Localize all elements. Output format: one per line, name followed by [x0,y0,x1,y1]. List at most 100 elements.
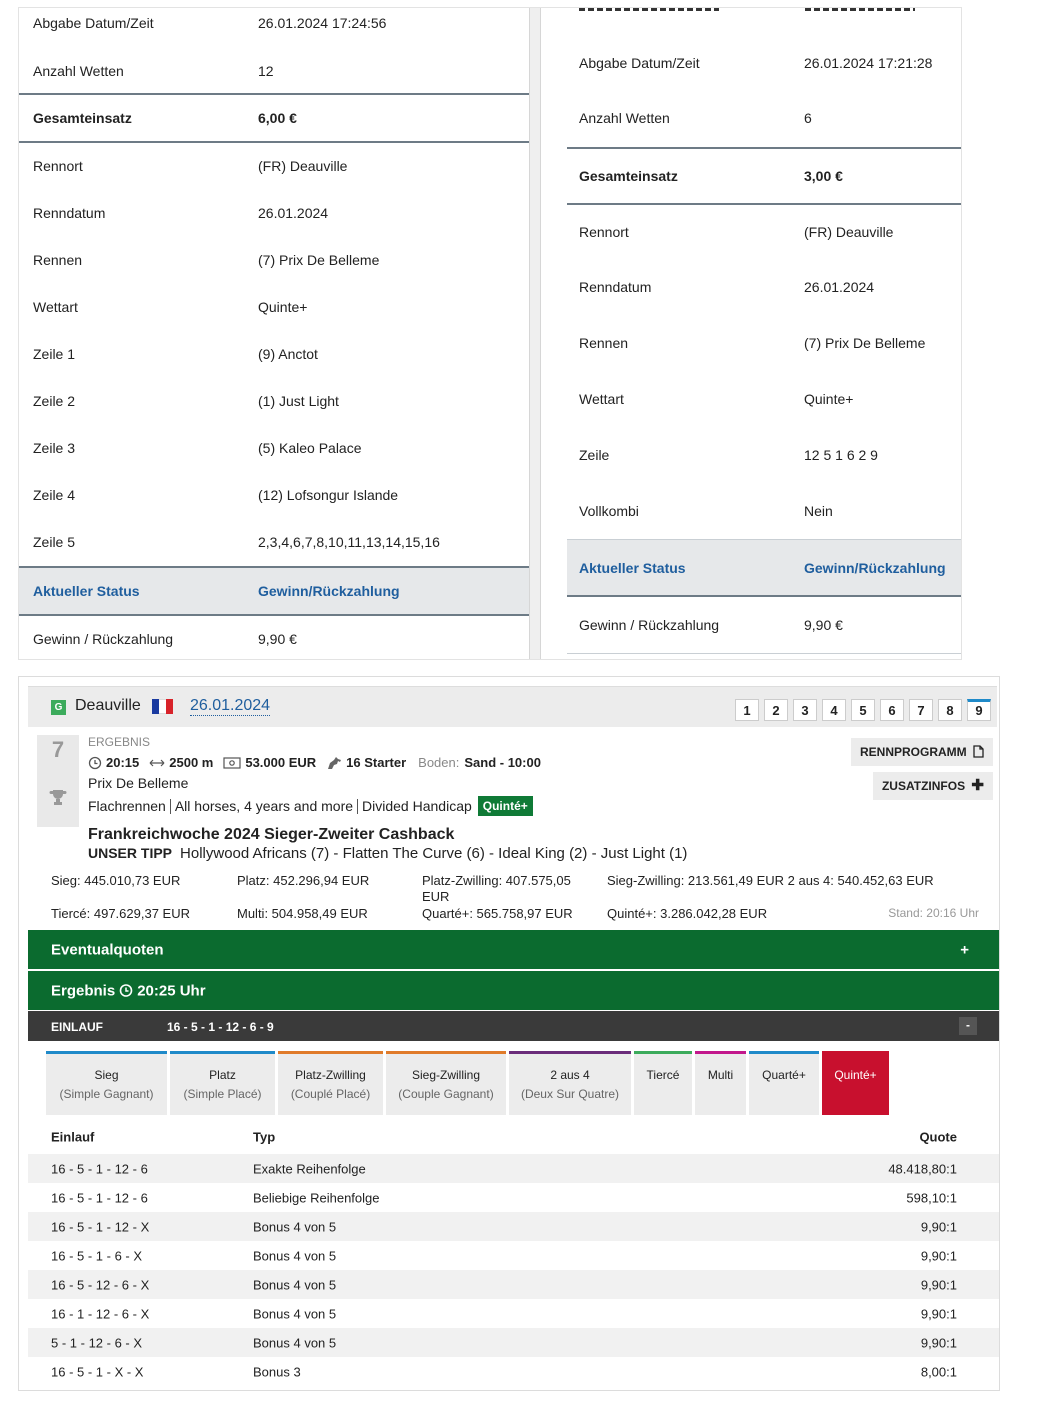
race-time: 20:15 [106,755,140,770]
receipt-row: Wettart Quinte+ [579,391,854,407]
race-date-link[interactable]: 26.01.2024 [190,696,271,716]
race-tab[interactable]: 3 [793,699,817,721]
ergebnis-title: Ergebnis 20:25 Uhr [51,982,206,999]
table-row: 16 - 5 - 1 - 12 - 6 Exakte Reihenfolge 48.… [28,1154,999,1183]
ground-label: Boden: [418,755,460,770]
receipt-right: Abgabe Datum/Zeit 26.01.2024 17:21:28 Anz… [567,8,961,659]
race-tab[interactable]: 2 [764,699,788,721]
bet-receipts: Abgabe Datum/Zeit 26.01.2024 17:24:56 Anz… [18,7,962,660]
receipt-row: Rennen (7) Prix De Belleme [579,335,926,351]
tip-label: UNSER TIPP [88,845,173,861]
pool-quinte: Quinté+: 3.286.042,28 EUR [607,906,768,921]
receipt-row: Wettart Quinte+ [33,299,308,315]
race-tab[interactable]: 7 [909,699,933,721]
table-row: 16 - 5 - 12 - 6 - X Bonus 4 von 5 9,90:1 [28,1270,999,1299]
rennprogramm-button[interactable]: RENNPROGRAMM [850,738,993,766]
divider [567,653,961,654]
race-starters: 16 Starter [346,755,407,770]
table-row: 16 - 5 - 1 - 12 - X Bonus 4 von 5 9,90:1 [28,1212,999,1241]
race-number-box: 7 [37,735,79,827]
receipt-row: Abgabe Datum/Zeit 26.01.2024 17:21:28 [579,55,933,71]
race-tags: Flachrennen All horses, 4 years and more… [88,796,533,816]
promo-title: Frankreichwoche 2024 Sieger-Zweiter Cash… [88,826,455,843]
receipt-row-total: Gesamteinsatz 3,00 € [579,167,843,184]
receipt-row-status: Aktueller Status Gewinn/Rückzahlung [19,568,529,614]
race-distance: 2500 m [169,755,214,770]
receipt-row: Zeile 4 (12) Lofsongur Islande [33,487,399,503]
tab-multi[interactable]: Multi [695,1051,746,1115]
cut-off-row-top [579,8,719,13]
ergebnis-time: 20:25 Uhr [137,982,206,999]
race-header: G Deauville 26.01.2024 1 2 3 4 5 6 7 8 9 [28,686,997,727]
tab-tierce[interactable]: Tiercé [634,1051,692,1115]
quinte-tag: Quinté+ [477,796,533,816]
race-tab[interactable]: 1 [735,699,759,721]
plus-icon: ✚ [971,777,984,794]
ergebnis-bar[interactable]: Ergebnis 20:25 Uhr [28,971,999,1010]
pool-multi: Multi: 504.958,49 EUR [237,906,368,921]
tip-text: Hollywood Africans (7) - Flatten The Cur… [180,845,688,862]
race-tab[interactable]: 4 [822,699,846,721]
zusatzinfos-button[interactable]: ZUSATZINFOS ✚ [872,772,993,800]
expand-icon[interactable]: + [960,941,969,958]
france-flag-icon [152,699,173,714]
tab-sieg-zwilling[interactable]: Sieg-Zwilling (Couple Gagnant) [386,1051,506,1115]
race-tab[interactable]: 5 [851,699,875,721]
receipt-row-status: Aktueller Status Gewinn/Rückzahlung [567,540,961,595]
tab-platz[interactable]: Platz (Simple Placé) [170,1051,275,1115]
receipt-gutter [529,8,541,659]
table-row: 16 - 5 - 1 - X - X Bonus 3 8,00:1 [51,1364,957,1379]
receipt-row: Zeile 12 5 1 6 2 9 [579,447,878,463]
money-icon [223,756,241,769]
quote-table-header: Einlauf Typ Quote [28,1122,999,1152]
tab-platz-zwilling[interactable]: Platz-Zwilling (Couplé Placé) [278,1051,383,1115]
pool-sieg: Sieg: 445.010,73 EUR [51,873,181,888]
tab-quarte[interactable]: Quarté+ [749,1051,819,1115]
race-number-tabs: 1 2 3 4 5 6 7 8 9 [735,699,991,721]
table-row: 5 - 1 - 12 - 6 - X Bonus 4 von 5 9,90:1 [28,1328,999,1357]
table-row: 16 - 5 - 1 - 6 - X Bonus 4 von 5 9,90:1 [51,1248,957,1263]
pool-tierce: Tiercé: 497.629,37 EUR [51,906,190,921]
venue-badge: G [51,700,66,715]
race-tab-active[interactable]: 9 [967,699,991,721]
receipt-row: Gewinn / Rückzahlung 9,90 € [33,630,297,647]
tab-2-aus-4[interactable]: 2 aus 4 (Deux Sur Quatre) [509,1051,631,1115]
race-panel: G Deauville 26.01.2024 1 2 3 4 5 6 7 8 9… [18,676,1000,1391]
cut-off-value-top [805,8,915,13]
race-tab[interactable]: 6 [880,699,904,721]
col-einlauf: Einlauf [51,1129,95,1145]
receipt-row: Gewinn / Rückzahlung 9,90 € [579,616,843,633]
receipt-row: Anzahl Wetten 6 [579,110,812,126]
tab-quinte[interactable]: Quinté+ [822,1051,889,1115]
race-number: 7 [51,737,65,762]
receipt-row: Zeile 2 (1) Just Light [33,393,339,409]
race-prize: 53.000 EUR [245,755,317,770]
clock-icon [88,756,102,769]
receipt-row: Vollkombi Nein [579,503,833,519]
tab-sieg[interactable]: Sieg (Simple Gagnant) [46,1051,167,1115]
col-typ: Typ [253,1129,276,1145]
race-meta: 20:15 2500 m 53.000 EUR 16 Starter Boden… [88,755,541,770]
horse-icon [328,756,342,769]
document-icon [973,745,984,758]
receipt-row: Zeile 1 (9) Anctot [33,346,318,362]
eventualquoten-bar[interactable]: Eventualquoten + [28,930,999,969]
einlauf-label: EINLAUF [51,1020,103,1034]
race-name: Prix De Belleme [88,775,189,791]
receipt-row: Rennort (FR) Deauville [579,223,894,240]
pool-platz: Platz: 452.296,94 EUR [237,873,370,888]
collapse-button[interactable]: - [959,1017,977,1035]
distance-icon [149,759,165,766]
trophy-icon [49,790,67,805]
race-age-tag: All horses, 4 years and more [174,798,354,814]
table-row: 16 - 1 - 12 - 6 - X Bonus 4 von 5 9,90:1 [51,1306,957,1321]
clock-icon [119,984,133,997]
receipt-row: Renndatum 26.01.2024 [33,205,329,221]
receipt-row: Zeile 5 2,3,4,6,7,8,10,11,13,14,15,16 [33,534,440,550]
receipt-row: Rennen (7) Prix De Belleme [33,252,380,268]
col-quote: Quote [919,1129,957,1145]
receipt-row: Renndatum 26.01.2024 [579,279,875,295]
race-type-tag: Flachrennen [88,798,166,814]
race-tab[interactable]: 8 [938,699,962,721]
bet-type-tabs: Sieg (Simple Gagnant) Platz (Simple Placé)… [46,1051,889,1115]
